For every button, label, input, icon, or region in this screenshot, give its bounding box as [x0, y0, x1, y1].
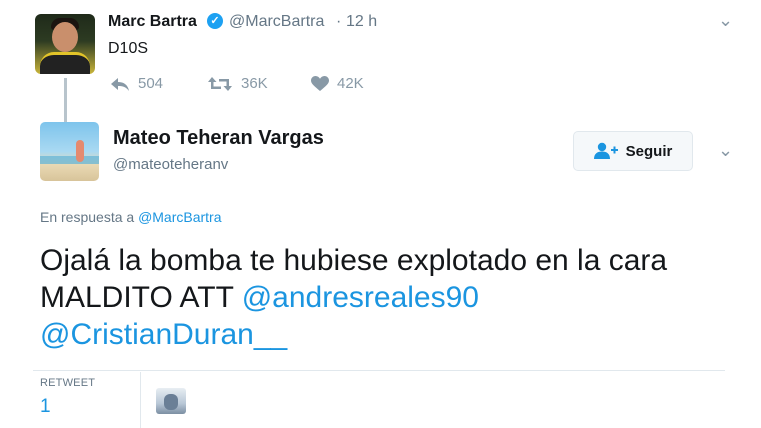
thread-connector: [64, 78, 67, 122]
verified-badge-icon: ✓: [207, 13, 223, 29]
retweet-count: 36K: [241, 75, 268, 92]
stats-divider: [33, 370, 725, 371]
follow-button[interactable]: Seguir: [573, 131, 693, 171]
original-tweet-text: D10S: [108, 40, 149, 57]
follow-button-label: Seguir: [625, 142, 673, 160]
mention-link-cristianduran[interactable]: @CristianDuran__: [40, 318, 287, 351]
reply-author-handle[interactable]: @mateoteheranv: [113, 156, 228, 173]
chevron-down-icon[interactable]: ⌄: [718, 10, 733, 31]
marc-bartra-avatar[interactable]: [35, 14, 95, 74]
reply-tweet-text: Ojalá la bomba te hubiese explotado en l…: [40, 242, 720, 353]
like-action[interactable]: 42K: [311, 75, 364, 92]
heart-icon: [311, 75, 329, 91]
original-author-handle[interactable]: @MarcBartra: [229, 13, 324, 31]
mention-link-andresreales90[interactable]: @andresreales90: [242, 281, 479, 314]
in-reply-to: En respuesta a @MarcBartra: [40, 209, 222, 225]
original-tweet-time[interactable]: 12 h: [346, 13, 377, 31]
mateo-teheran-avatar[interactable]: [40, 122, 99, 181]
retweet-stat-count[interactable]: 1: [40, 396, 51, 418]
retweeter-avatar[interactable]: [156, 388, 186, 414]
chevron-down-icon[interactable]: ⌄: [718, 140, 733, 161]
retweet-icon: [208, 76, 232, 91]
retweet-action[interactable]: 36K: [207, 75, 268, 92]
stats-vertical-divider: [140, 372, 141, 428]
like-count: 42K: [337, 75, 364, 92]
in-reply-prefix: En respuesta a: [40, 209, 135, 225]
reply-action[interactable]: 504: [110, 75, 163, 92]
retweet-stat-label: RETWEET: [40, 377, 96, 389]
original-author-name[interactable]: Marc Bartra: [108, 13, 197, 31]
reply-icon: [111, 77, 129, 91]
reply-author-name[interactable]: Mateo Teheran Vargas: [113, 127, 324, 150]
add-user-icon: [593, 142, 618, 159]
reply-count: 504: [138, 75, 164, 92]
in-reply-mention-link[interactable]: @MarcBartra: [138, 209, 221, 225]
separator-dot: ·: [336, 13, 342, 30]
